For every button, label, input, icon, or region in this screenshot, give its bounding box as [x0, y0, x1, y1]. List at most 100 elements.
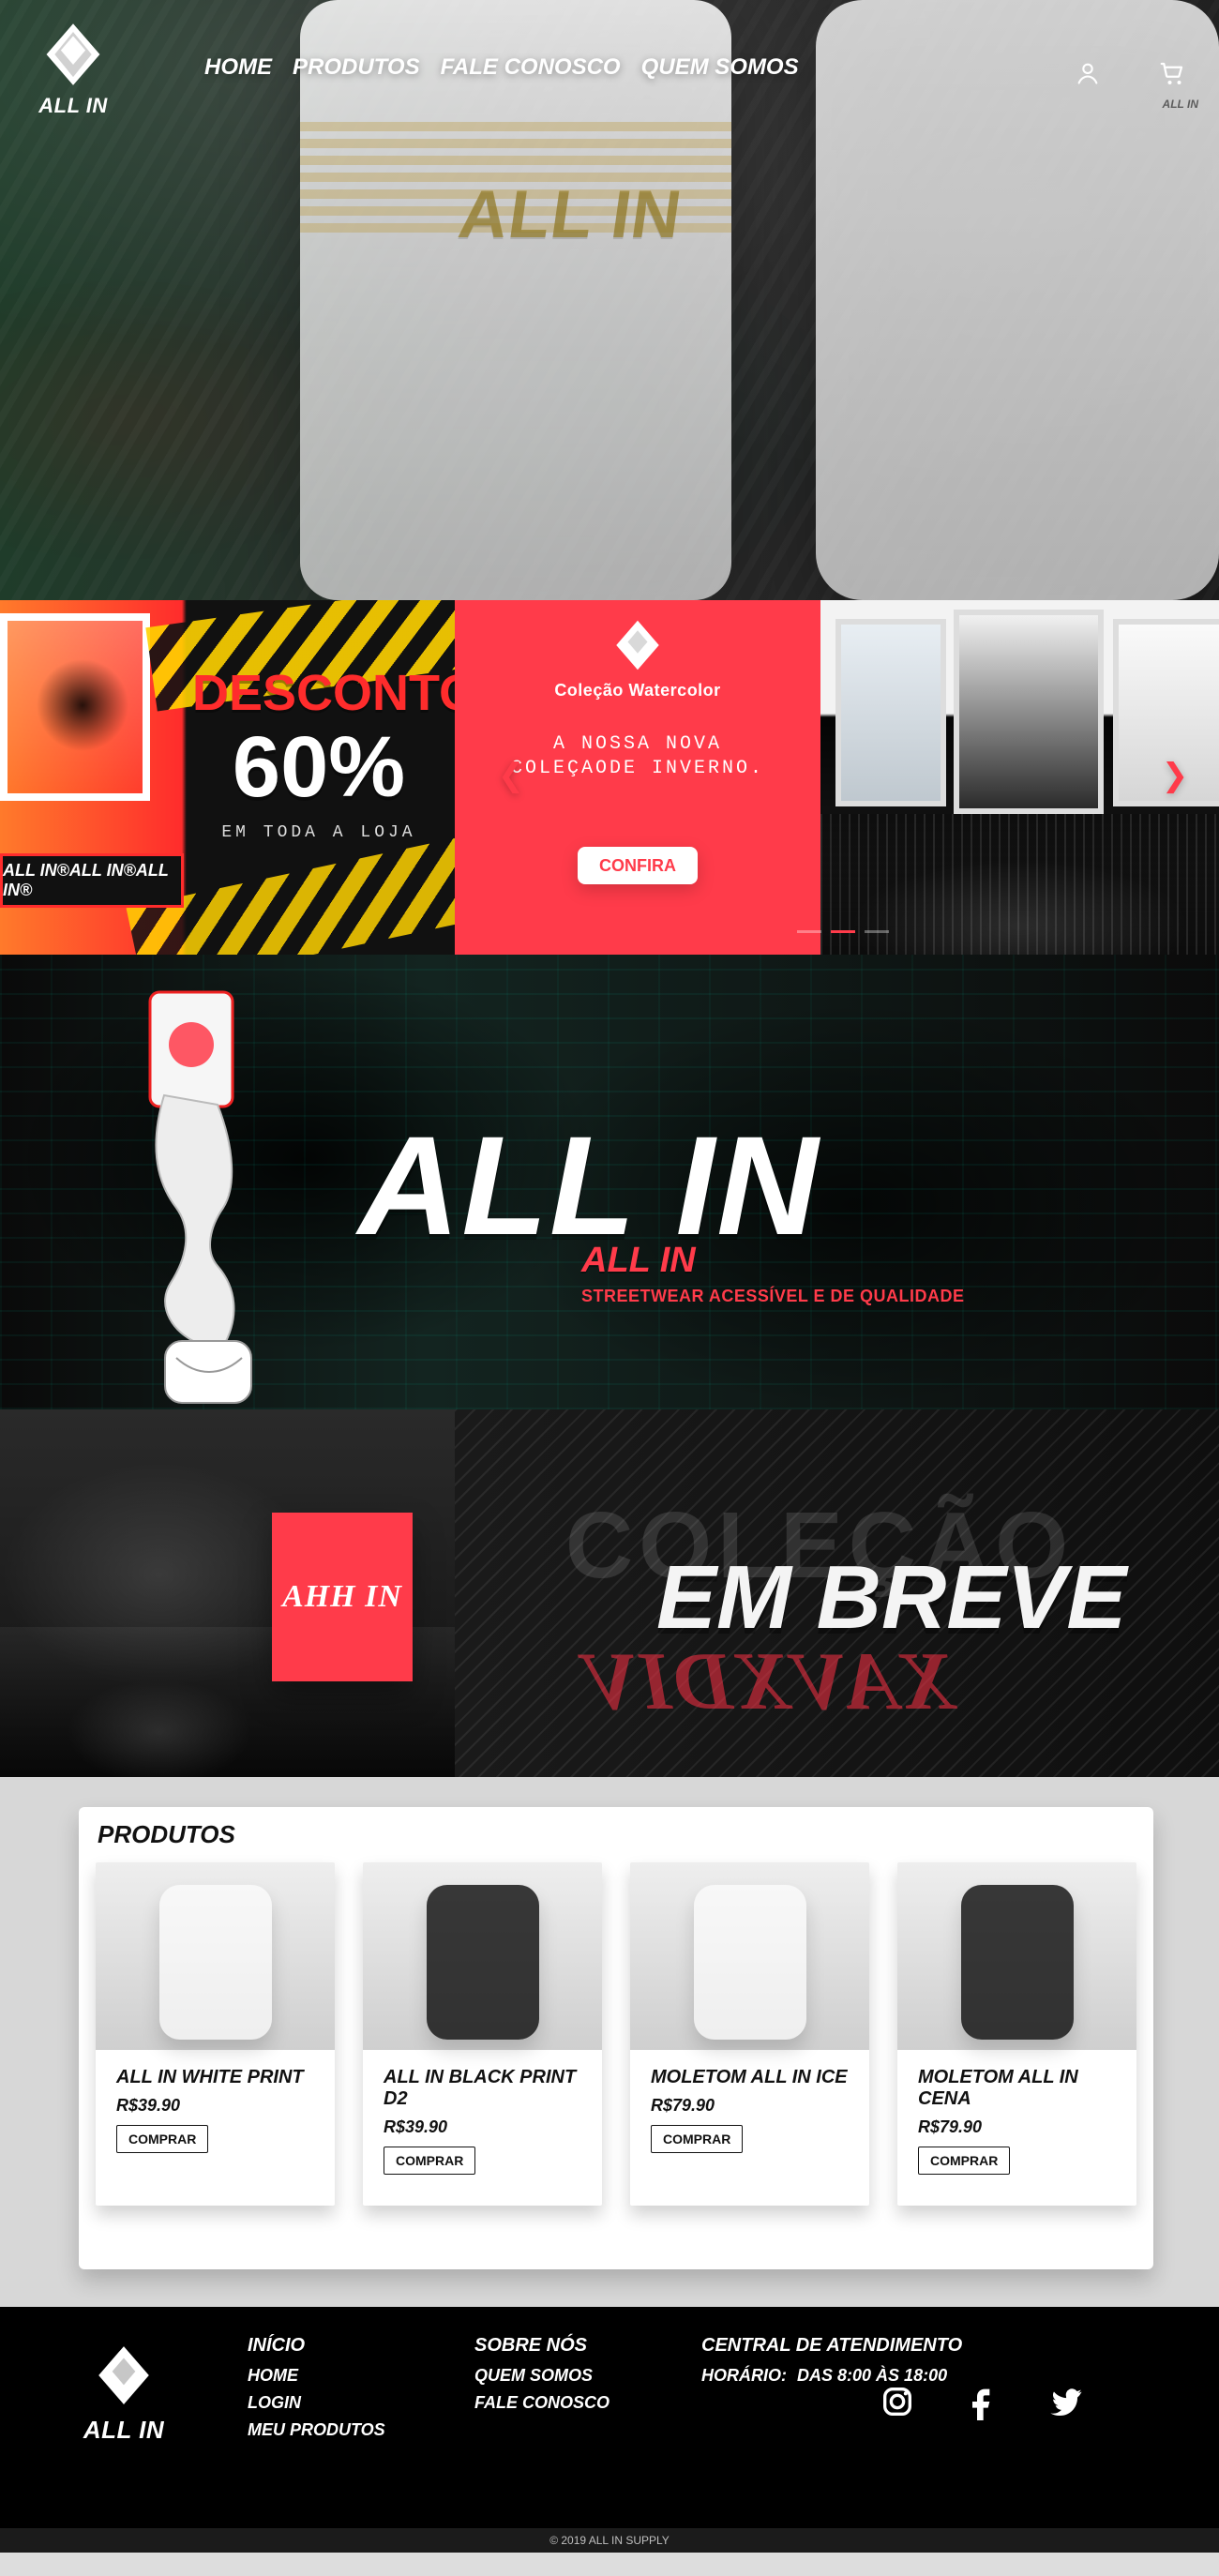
footer-column-inicio: INÍCIO HOME LOGIN MEU PRODUTOS: [248, 2335, 407, 2448]
brand-logo-icon: [616, 620, 659, 670]
buy-button[interactable]: COMPRAR: [116, 2125, 209, 2153]
carousel-dot[interactable]: [865, 930, 889, 933]
main-nav: HOME PRODUTOS FALE CONOSCO QUEM SOMOS: [203, 49, 801, 86]
carousel-prev-button[interactable]: ❮: [495, 757, 527, 794]
product-card[interactable]: ALL IN BLACK PRINT D2 R$39.90 COMPRAR: [363, 1862, 602, 2206]
nav-home[interactable]: HOME: [203, 49, 274, 86]
promo-strip: ALL IN®ALL IN®ALL IN®: [0, 853, 184, 908]
top-navigation: ALL IN HOME PRODUTOS FALE CONOSCO QUEM S…: [0, 0, 1219, 117]
brand[interactable]: ALL IN: [17, 21, 129, 118]
social-links: [876, 2380, 1088, 2423]
product-info: ALL IN BLACK PRINT D2 R$39.90 COMPRAR: [363, 2050, 602, 2175]
product-info: MOLETOM ALL IN CENA R$79.90 COMPRAR: [897, 2050, 1136, 2175]
product-price: R$79.90: [918, 2117, 983, 2136]
collection-subtitle: A NOSSA NOVA COLEÇAODE INVERNO.: [510, 733, 765, 779]
product-image: [897, 1862, 1136, 2050]
footer-link-fale-conosco[interactable]: FALE CONOSCO: [474, 2393, 634, 2413]
product-name: MOLETOM ALL IN CENA: [918, 2067, 1078, 2109]
product-price: R$39.90: [116, 2096, 181, 2115]
copyright: © 2019 ALL IN SUPPLY: [0, 2528, 1219, 2553]
products-card: PRODUTOS ALL IN WHITE PRINT R$39.90 COMP…: [79, 1807, 1153, 2269]
promo-carousel: ALL IN®ALL IN®ALL IN® DESCONTO 60% EM TO…: [0, 600, 1219, 955]
products-grid: ALL IN WHITE PRINT R$39.90 COMPRAR ALL I…: [96, 1862, 1136, 2206]
product-info: MOLETOM ALL IN ICE R$79.90 COMPRAR: [630, 2050, 869, 2153]
hero-jersey-text: ALL IN: [454, 177, 687, 252]
buy-button[interactable]: COMPRAR: [651, 2125, 744, 2153]
product-name: MOLETOM ALL IN ICE: [651, 2067, 848, 2087]
coming-soon-image: AHH IN: [0, 1409, 455, 1777]
nav-about[interactable]: QUEM SOMOS: [640, 49, 801, 86]
coming-soon-text-area: COLEÇÃO EM BREVE XAVXDIV: [455, 1409, 1219, 1777]
product-image: [630, 1862, 869, 2050]
brand-banner-small: ALL IN: [581, 1241, 696, 1280]
chevron-left-icon: ❮: [497, 757, 525, 794]
twitter-button[interactable]: [1045, 2380, 1088, 2423]
top-icons: ALL IN: [1067, 53, 1198, 111]
brand-banner: ALL IN ALL IN STREETWEAR ACESSÍVEL E DE …: [0, 955, 1219, 1409]
products-section: PRODUTOS ALL IN WHITE PRINT R$39.90 COMP…: [0, 1777, 1219, 2307]
footer-link-home[interactable]: HOME: [248, 2366, 407, 2386]
hero: ALL IN ALL IN HOME PRODUTOS FALE CONOSCO…: [0, 0, 1219, 600]
product-name: ALL IN WHITE PRINT: [116, 2067, 304, 2087]
carousel-dot-active[interactable]: [831, 930, 855, 933]
city-background: [820, 814, 1219, 955]
footer-column-sobre: SOBRE NÓS QUEM SOMOS FALE CONOSCO: [474, 2335, 634, 2420]
instagram-icon: [883, 2388, 911, 2416]
account-button[interactable]: [1067, 53, 1108, 94]
footer: ALL IN INÍCIO HOME LOGIN MEU PRODUTOS SO…: [0, 2307, 1219, 2553]
promo-photo: [954, 610, 1104, 814]
coming-soon-mirrored-text: XAVXDIV: [581, 1636, 956, 1727]
discount-text: DESCONTO 60% EM TODA A LOJA: [192, 665, 455, 842]
instagram-button[interactable]: [876, 2380, 919, 2423]
cart-button[interactable]: ALL IN: [1151, 53, 1198, 111]
footer-hours-label: HORÁRIO:: [701, 2366, 787, 2385]
discount-note: EM TODA A LOJA: [221, 823, 416, 842]
footer-brand-name: ALL IN: [83, 2416, 165, 2444]
nav-products[interactable]: PRODUTOS: [291, 49, 422, 86]
confira-button[interactable]: CONFIRA: [578, 847, 698, 884]
facebook-button[interactable]: [960, 2380, 1003, 2423]
footer-link-login[interactable]: LOGIN: [248, 2393, 407, 2413]
carousel-next-button[interactable]: ❯: [1159, 757, 1191, 794]
twitter-icon: [1050, 2388, 1082, 2417]
product-card[interactable]: ALL IN WHITE PRINT R$39.90 COMPRAR: [96, 1862, 335, 2206]
footer-title: SOBRE NÓS: [474, 2335, 588, 2356]
brand-logo-icon: [46, 23, 100, 85]
product-price: R$79.90: [651, 2096, 715, 2115]
nav-contact[interactable]: FALE CONOSCO: [439, 49, 623, 86]
carousel-dots: [797, 930, 889, 933]
product-image: [96, 1862, 335, 2050]
product-card[interactable]: MOLETOM ALL IN ICE R$79.90 COMPRAR: [630, 1862, 869, 2206]
promo-photo: [835, 619, 946, 806]
product-card[interactable]: MOLETOM ALL IN CENA R$79.90 COMPRAR: [897, 1862, 1136, 2206]
promo-discount-panel: ALL IN®ALL IN®ALL IN® DESCONTO 60% EM TO…: [0, 600, 455, 955]
brand-name: ALL IN: [38, 94, 108, 117]
discount-word: DESCONTO: [192, 665, 455, 721]
footer-link-meus-produtos[interactable]: MEU PRODUTOS: [248, 2420, 407, 2440]
discount-value: 60%: [232, 719, 406, 815]
carousel-dot[interactable]: [797, 930, 821, 933]
user-icon: [1077, 63, 1098, 84]
product-info: ALL IN WHITE PRINT R$39.90 COMPRAR: [96, 2050, 335, 2153]
products-title: PRODUTOS: [98, 1820, 235, 1848]
footer-inner: ALL IN INÍCIO HOME LOGIN MEU PRODUTOS SO…: [0, 2307, 1219, 2448]
buy-button[interactable]: COMPRAR: [918, 2147, 1011, 2175]
card-hand-illustration: [148, 990, 252, 1404]
product-price: R$39.90: [384, 2117, 448, 2136]
footer-title: CENTRAL DE ATENDIMENTO: [701, 2335, 963, 2356]
brand-logo-icon: [98, 2346, 149, 2404]
product-name: ALL IN BLACK PRINT D2: [384, 2067, 577, 2109]
product-image: [363, 1862, 602, 2050]
facebook-icon: [972, 2388, 990, 2420]
cart-mini-brand: ALL IN: [1162, 98, 1198, 111]
footer-brand[interactable]: ALL IN: [68, 2344, 180, 2445]
buy-button[interactable]: COMPRAR: [384, 2147, 476, 2175]
chevron-right-icon: ❯: [1161, 757, 1189, 794]
footer-title: INÍCIO: [248, 2335, 306, 2356]
collection-title: Coleção Watercolor: [554, 681, 721, 700]
coming-soon-badge: AHH IN: [272, 1513, 413, 1681]
coming-soon-banner: AHH IN COLEÇÃO EM BREVE XAVXDIV: [0, 1409, 1219, 1777]
cart-icon: [1160, 62, 1183, 84]
footer-link-quem-somos[interactable]: QUEM SOMOS: [474, 2366, 634, 2386]
skater-image: [0, 613, 150, 801]
